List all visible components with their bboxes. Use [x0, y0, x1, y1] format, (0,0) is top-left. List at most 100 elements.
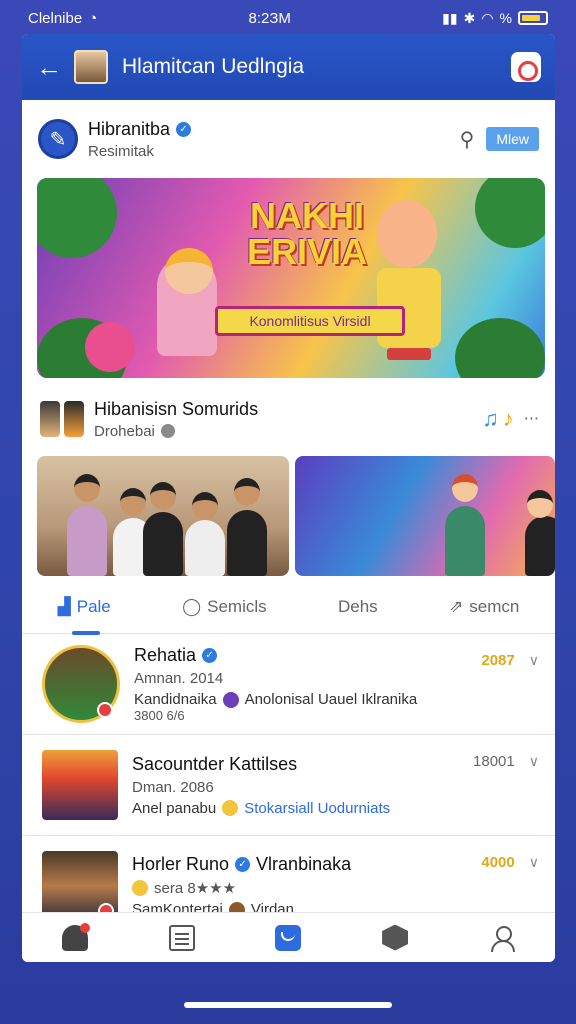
camera-icon[interactable]: [511, 52, 541, 82]
kid-head: [150, 482, 176, 510]
more-icon[interactable]: ⋅⋅⋅: [524, 409, 539, 429]
leaf-decoration: [37, 178, 117, 258]
thumbnail-row: [22, 456, 555, 578]
kid-figure: [185, 520, 225, 576]
chart-icon: ▟: [57, 596, 71, 616]
badge-icon: [97, 702, 113, 718]
kid-head: [234, 478, 260, 506]
chevron-down-icon[interactable]: ∨: [529, 753, 539, 770]
tab-label: Pale: [76, 596, 111, 616]
header-avatar[interactable]: [74, 50, 108, 84]
item-name-secondary: Vlranbinaka: [256, 854, 352, 874]
item-desc-a: Kandidnaika: [134, 691, 217, 708]
signal-icon: ▮▮: [442, 9, 458, 26]
banner-title: NAKHI ERIVIA: [246, 195, 368, 272]
tab-semcn[interactable]: ⇗ semcn: [449, 597, 519, 617]
share-icon[interactable]: ⚲: [460, 127, 475, 152]
item-number: 18001: [473, 753, 515, 770]
emoji-icon: [132, 880, 148, 896]
leaf-decoration: [475, 178, 545, 248]
section-header: Hibanisisn Somurids Drohebai ♫♪ ⋅⋅⋅: [22, 382, 555, 456]
cartoon-figure: [445, 506, 485, 576]
status-bar: Clelnibe ◔ 8:2ЗМ ▮▮ ✱ ◠ %: [0, 0, 576, 36]
profile-row: ✎ Hibranitba ✓ Resimitak ⚲ Mlew: [22, 100, 555, 178]
tab-label: Semicls: [207, 596, 267, 616]
cartoon-girl-head: [165, 248, 213, 294]
verified-icon: ✓: [235, 857, 251, 872]
smile-icon[interactable]: [275, 924, 302, 951]
bluetooth-icon: ✱: [463, 9, 476, 26]
cube-icon[interactable]: [382, 924, 409, 951]
kid-figure: [227, 510, 267, 576]
avatar: [42, 645, 120, 723]
wifi-strength-icon: ◠: [481, 9, 494, 26]
page-title: Hlamitcan Uedlngia: [122, 55, 305, 78]
photo-thumbnail[interactable]: [37, 456, 289, 576]
item-meta-secondary: 3800 6/6: [134, 708, 185, 723]
cartoon-head: [452, 474, 478, 502]
section-avatars: [38, 399, 86, 439]
cartoon-boy-legs: [387, 348, 431, 360]
list-item[interactable]: Rehatia ✓ Amnan. 2014 Kandidnaika Anolon…: [22, 634, 555, 735]
profile-name[interactable]: Hibranitba: [88, 119, 170, 140]
active-tab-indicator: [72, 631, 100, 635]
avatar: [62, 399, 86, 439]
tab-pale[interactable]: ▟ Pale: [58, 597, 111, 617]
battery-icon: [517, 11, 548, 25]
home-indicator[interactable]: [184, 1002, 392, 1008]
clock-icon: [160, 424, 175, 438]
kid-figure: [143, 512, 183, 576]
item-name: Sacountder Kattilses: [132, 753, 298, 774]
tab-label: semcn: [469, 596, 520, 616]
verified-icon: ✓: [176, 121, 192, 137]
percent-icon: %: [499, 10, 512, 26]
kid-head: [74, 474, 100, 502]
clock: 8:2ЗМ: [248, 9, 291, 27]
item-desc-b: Anolonisal Uauel Iklranika: [244, 691, 418, 708]
item-desc-b[interactable]: Stokarsiall Uodurniats: [244, 800, 390, 817]
carrier-label: Clelnibe: [28, 9, 83, 27]
arrow-left-icon[interactable]: ←: [36, 52, 70, 83]
list-item[interactable]: Sacountder Kattilses Dman. 2086 Anel pan…: [22, 735, 555, 836]
profile-subtitle: Resimitak: [88, 142, 154, 160]
bottom-nav: [22, 912, 555, 962]
emoji-icon: [222, 800, 239, 816]
app-window: ← Hlamitcan Uedlngia ✎ Hibranitba ✓ Resi…: [22, 34, 555, 962]
ball-decoration: [85, 322, 135, 372]
item-number: 2087: [481, 652, 515, 669]
list-icon[interactable]: [168, 924, 195, 951]
app-header: ← Hlamitcan Uedlngia: [22, 34, 555, 100]
avatar: [42, 851, 118, 921]
avatar: [38, 399, 62, 439]
profile-logo-icon[interactable]: ✎: [38, 119, 78, 159]
tab-dehs[interactable]: Dehs: [338, 597, 378, 617]
music-notes-icon: ♫♪: [482, 406, 518, 431]
section-title: Hibanisisn Somurids: [94, 398, 259, 419]
kid-head: [192, 492, 218, 520]
emoji-icon: [222, 691, 239, 708]
cartoon-head: [527, 490, 553, 518]
item-name: Horler Runo: [132, 854, 230, 874]
tab-label: Dehs: [337, 596, 378, 616]
share-arrow-icon: ⇗: [448, 596, 464, 616]
kid-figure: [67, 506, 107, 576]
item-meta: Dman. 2086: [132, 778, 214, 796]
item-desc-a: Anel panabu: [132, 799, 217, 817]
avatar: [42, 750, 118, 820]
home-icon[interactable]: [62, 922, 91, 951]
section-subtitle: Drohebai: [94, 422, 155, 440]
item-number: 4000: [481, 854, 515, 871]
item-name: Rehatia: [134, 645, 197, 665]
chevron-down-icon[interactable]: ∨: [529, 854, 539, 871]
tab-bar: ▟ Pale ◯ Semicls Dehs ⇗ semcn: [22, 580, 555, 635]
item-meta: Amnan. 2014: [134, 670, 224, 687]
cartoon-figure: [525, 516, 555, 576]
wifi-icon: ◔: [88, 9, 98, 27]
cartoon-thumbnail[interactable]: [295, 456, 555, 576]
person-icon[interactable]: [489, 925, 515, 952]
tab-semicls[interactable]: ◯ Semicls: [182, 597, 267, 617]
chevron-down-icon[interactable]: ∨: [529, 652, 539, 669]
verified-icon: ✓: [202, 648, 218, 663]
view-button[interactable]: Mlew: [486, 127, 539, 151]
hero-banner[interactable]: NAKHI ERIVIA Konomlitisus Virsidl: [37, 178, 545, 378]
